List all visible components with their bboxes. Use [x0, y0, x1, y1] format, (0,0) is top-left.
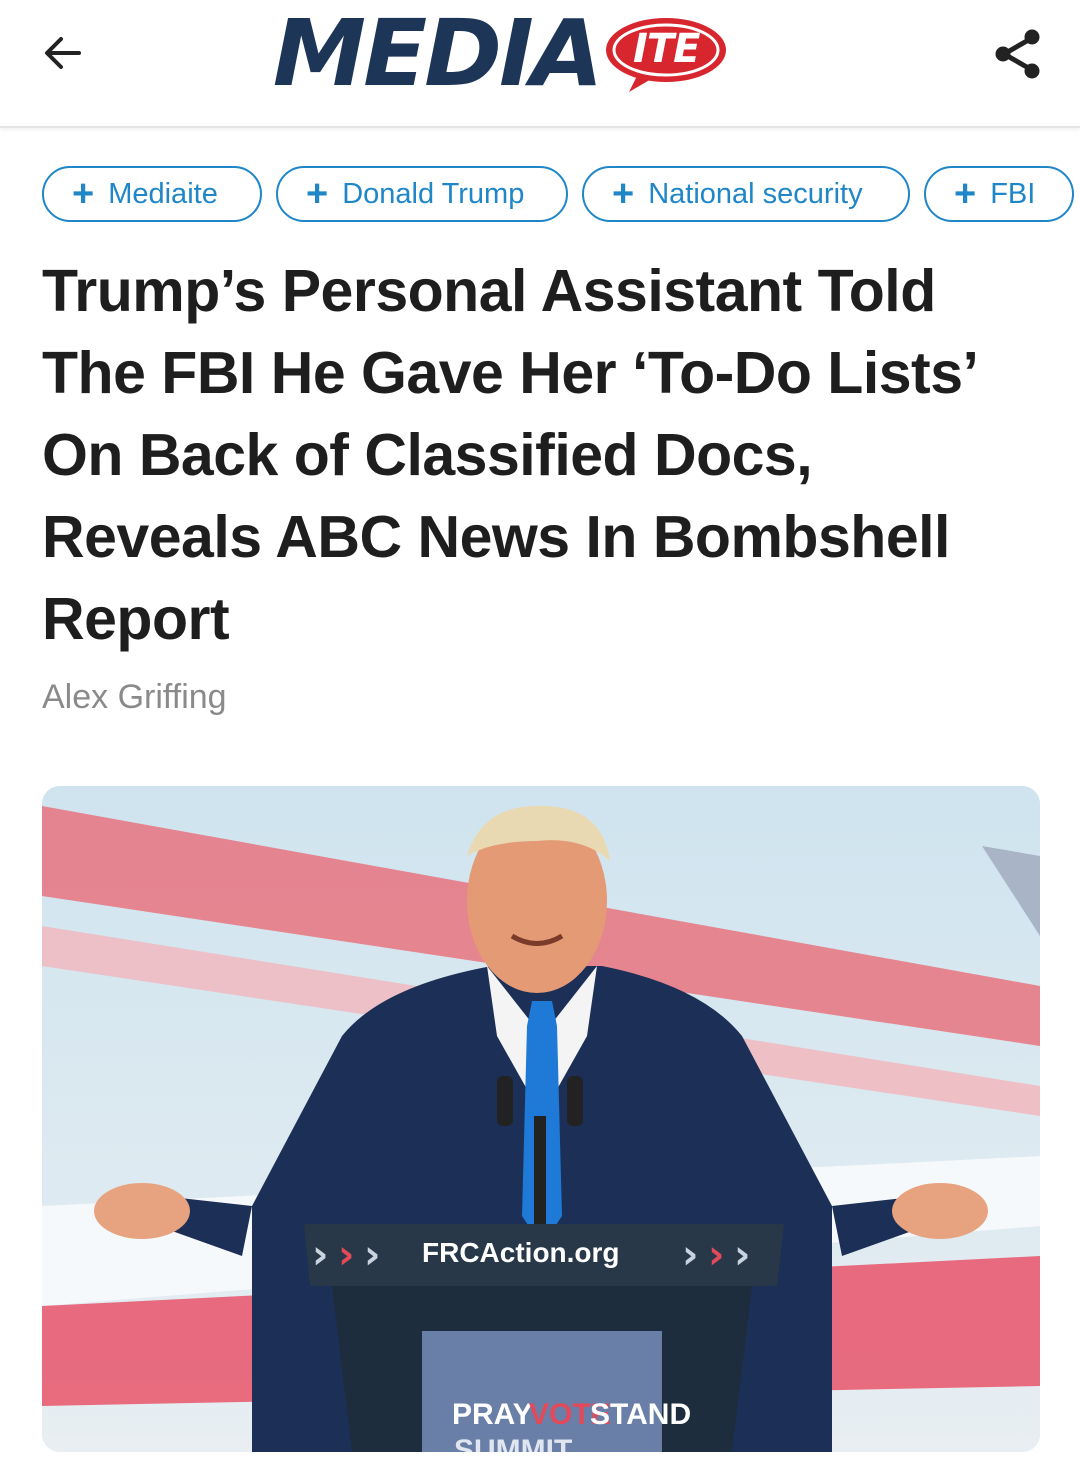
arrow-left-icon: [45, 37, 81, 69]
tag-label: Mediaite: [108, 177, 218, 210]
tag-fbi[interactable]: + FBI: [924, 166, 1074, 222]
tag-label: FBI: [990, 177, 1036, 210]
podium-sign-pray: PRAY: [452, 1398, 533, 1431]
svg-text:›: ›: [312, 1232, 328, 1278]
article-hero-image[interactable]: › › › › › › FRCAction.org PRAY VOTE STAN…: [42, 786, 1040, 1452]
tag-national-security[interactable]: + National security: [582, 166, 910, 222]
svg-text:›: ›: [734, 1232, 750, 1278]
share-button[interactable]: [988, 24, 1048, 84]
article-headline: Trump’s Personal Assistant Told The FBI …: [42, 258, 976, 652]
tag-label: Donald Trump: [342, 177, 525, 210]
plus-icon: +: [612, 173, 635, 215]
plus-icon: +: [72, 173, 95, 215]
topic-tags: + Mediaite + Donald Trump + National sec…: [42, 166, 1080, 226]
podium-banner-text: FRCAction.org: [422, 1237, 620, 1268]
logo-badge-text: ITE: [632, 26, 701, 72]
app-header: MEDIA ITE: [0, 0, 1080, 128]
logo-badge: ITE: [603, 14, 729, 92]
tag-mediaite[interactable]: + Mediaite: [42, 166, 262, 222]
svg-text:›: ›: [364, 1232, 380, 1278]
logo-text: MEDIA: [272, 0, 604, 107]
tag-label: National security: [648, 177, 863, 210]
podium-sign-stand: STAND: [590, 1398, 691, 1431]
plus-icon: +: [954, 173, 977, 215]
back-button[interactable]: [36, 26, 90, 80]
photo-illustration: › › › › › › FRCAction.org PRAY VOTE STAN…: [42, 786, 1040, 1452]
svg-text:›: ›: [338, 1232, 354, 1278]
share-icon: [995, 29, 1040, 79]
podium-sign-summit: SUMMIT: [454, 1434, 572, 1452]
svg-text:›: ›: [708, 1232, 724, 1278]
svg-text:›: ›: [682, 1232, 698, 1278]
tag-donald-trump[interactable]: + Donald Trump: [276, 166, 568, 222]
article-author[interactable]: Alex Griffing: [42, 678, 227, 717]
plus-icon: +: [306, 173, 329, 215]
mediaite-logo[interactable]: MEDIA ITE: [272, 0, 729, 107]
